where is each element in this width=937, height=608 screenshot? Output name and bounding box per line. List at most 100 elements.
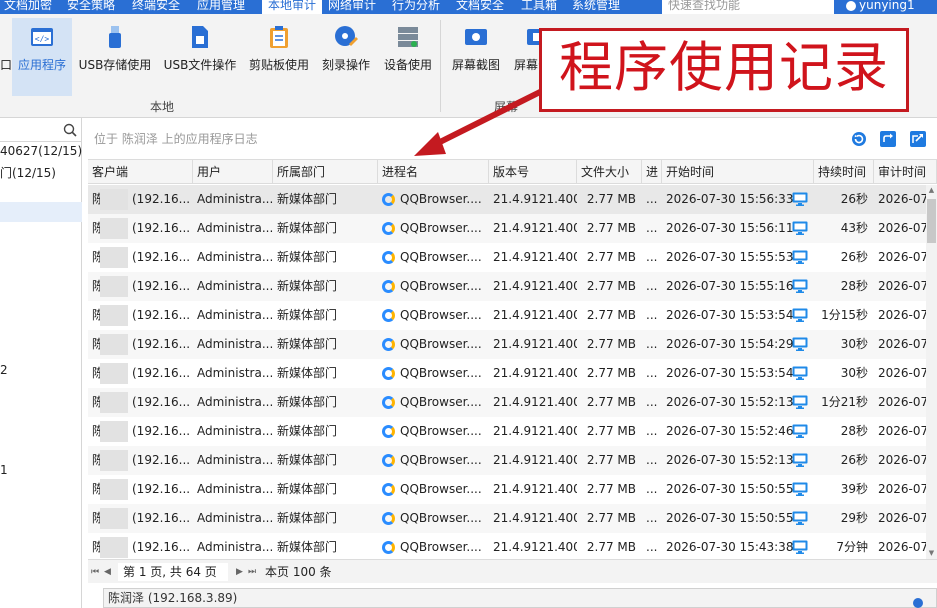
ribbon-button-screenshot[interactable]: 屏幕截图: [448, 18, 504, 96]
cell-client: 陈 (192.16...: [88, 504, 193, 533]
ribbon-button-usb-file[interactable]: USB文件操作: [160, 18, 240, 96]
svg-text:</>: </>: [35, 35, 50, 44]
tree-node[interactable]: 2: [0, 363, 8, 377]
cell-dots: ...: [646, 250, 658, 264]
column-header[interactable]: 文件大小: [577, 160, 642, 184]
scroll-down-arrow[interactable]: ▼: [926, 548, 937, 559]
cell-dots: ...: [646, 308, 658, 322]
menu-tab-4[interactable]: 本地审计: [262, 0, 323, 14]
table-row[interactable]: 陈 (192.16... Administra... 新媒体部门 QQBrowser..…: [88, 446, 937, 475]
menu-tab-3[interactable]: 应用管理: [197, 0, 245, 14]
page-indicator[interactable]: 第 1 页, 共 64 页: [118, 563, 228, 581]
table-row[interactable]: 陈 (192.16... Administra... 新媒体部门 QQBrowser..…: [88, 301, 937, 330]
user-menu[interactable]: yunying1: [846, 0, 915, 14]
cell-start: 2026-07-30 15:43:38: [662, 533, 814, 562]
column-header[interactable]: 版本号: [489, 160, 577, 184]
usb-icon: [109, 26, 121, 48]
monitor-icon[interactable]: [792, 482, 808, 496]
column-header[interactable]: 持续时间: [814, 160, 874, 184]
monitor-icon[interactable]: [792, 192, 808, 206]
cell-dept: 新媒体部门: [277, 395, 338, 409]
menu-tab-6[interactable]: 行为分析: [392, 0, 440, 14]
cell-dept: 新媒体部门: [277, 250, 338, 264]
menu-tab-9[interactable]: 系统管理: [572, 0, 620, 14]
table-row[interactable]: 陈 (192.16... Administra... 新媒体部门 QQBrowser..…: [88, 330, 937, 359]
function-search-input[interactable]: 快速查找功能: [662, 0, 834, 14]
monitor-icon[interactable]: [792, 511, 808, 525]
table-row[interactable]: 陈 (192.16... Administra... 新媒体部门 QQBrowser..…: [88, 475, 937, 504]
menu-tab-2[interactable]: 终端安全: [132, 0, 180, 14]
menu-tab-1[interactable]: 安全策略: [67, 0, 115, 14]
table-row[interactable]: 陈 (192.16... Administra... 新媒体部门 QQBrowser..…: [88, 185, 937, 214]
column-header[interactable]: 进: [642, 160, 662, 184]
monitor-icon[interactable]: [792, 221, 808, 235]
monitor-icon[interactable]: [792, 279, 808, 293]
process-name: QQBrowser....: [400, 337, 482, 351]
table-row[interactable]: 陈 (192.16... Administra... 新媒体部门 QQBrowser..…: [88, 417, 937, 446]
cell-start: 2026-07-30 15:52:13: [662, 388, 814, 417]
vertical-scrollbar[interactable]: ▲ ▼: [926, 185, 937, 559]
scroll-up-arrow[interactable]: ▲: [926, 185, 937, 196]
share-icon[interactable]: [909, 130, 927, 148]
cell-dept: 新媒体部门: [277, 482, 338, 496]
monitor-icon[interactable]: [792, 540, 808, 554]
ribbon-button-burn[interactable]: 刻录操作: [318, 18, 374, 96]
tree-node[interactable]: 门(12/15): [0, 164, 56, 181]
client-ip: (192.16...: [132, 395, 191, 409]
cell-version: 21.4.9121.400: [493, 221, 577, 235]
ribbon-button-label: USB文件操作: [163, 58, 237, 72]
menu-tab-7[interactable]: 文档安全: [456, 0, 504, 14]
tree-node[interactable]: 1: [0, 463, 8, 477]
search-icon[interactable]: [62, 122, 78, 138]
column-header[interactable]: 所属部门: [273, 160, 378, 184]
monitor-icon[interactable]: [792, 395, 808, 409]
menu-tab-5[interactable]: 网络审计: [328, 0, 376, 14]
next-page-button[interactable]: ▶: [236, 560, 243, 584]
column-header[interactable]: 进程名: [378, 160, 489, 184]
column-header[interactable]: 客户端: [88, 160, 193, 184]
column-header[interactable]: 用户: [193, 160, 273, 184]
tree-search-box[interactable]: [0, 120, 82, 142]
tree-node[interactable]: 40627(12/15): [0, 144, 82, 158]
cell-dots: ...: [646, 279, 658, 293]
monitor-icon[interactable]: [792, 337, 808, 351]
first-page-button[interactable]: ⏮: [91, 560, 99, 584]
table-row[interactable]: 陈 (192.16... Administra... 新媒体部门 QQBrowser..…: [88, 504, 937, 533]
export-icon[interactable]: [879, 130, 897, 148]
process-name: QQBrowser....: [400, 221, 482, 235]
ribbon-button-prev-item[interactable]: 口: [0, 18, 12, 96]
ribbon-button-device[interactable]: 设备使用: [380, 18, 436, 96]
table-row[interactable]: 陈 (192.16... Administra... 新媒体部门 QQBrowser..…: [88, 533, 937, 562]
monitor-icon[interactable]: [792, 424, 808, 438]
table-row[interactable]: 陈 (192.16... Administra... 新媒体部门 QQBrowser..…: [88, 214, 937, 243]
monitor-icon[interactable]: [792, 250, 808, 264]
client-ip: (192.16...: [132, 424, 191, 438]
browser-icon: [382, 193, 395, 206]
tree-selected-row[interactable]: [0, 202, 82, 222]
ribbon-button-clipboard[interactable]: 剪贴板使用: [244, 18, 314, 96]
cell-duration: 1分21秒: [821, 395, 868, 409]
redacted-block: [100, 334, 128, 355]
monitor-icon[interactable]: [792, 308, 808, 322]
monitor-icon[interactable]: [792, 453, 808, 467]
refresh-icon[interactable]: [850, 130, 868, 148]
cell-client: 陈 (192.16...: [88, 272, 193, 301]
table-row[interactable]: 陈 (192.16... Administra... 新媒体部门 QQBrowser..…: [88, 388, 937, 417]
menu-tab-0[interactable]: 文档加密: [4, 0, 52, 14]
column-header[interactable]: 审计时间: [874, 160, 937, 184]
menu-tab-8[interactable]: 工具箱: [521, 0, 557, 14]
last-page-button[interactable]: ⏭: [248, 560, 256, 584]
column-header[interactable]: 开始时间: [662, 160, 814, 184]
table-row[interactable]: 陈 (192.16... Administra... 新媒体部门 QQBrowser..…: [88, 272, 937, 301]
cell-duration: 26秒: [840, 250, 868, 264]
ribbon-button-app[interactable]: </> 应用程序: [12, 18, 72, 96]
scroll-thumb[interactable]: [927, 199, 936, 243]
ribbon-button-usb-storage[interactable]: USB存储使用: [76, 18, 154, 96]
table-row[interactable]: 陈 (192.16... Administra... 新媒体部门 QQBrowser..…: [88, 243, 937, 272]
process-name: QQBrowser....: [400, 482, 482, 496]
browser-icon: [382, 541, 395, 554]
prev-page-button[interactable]: ◀: [104, 560, 111, 584]
monitor-icon[interactable]: [792, 366, 808, 380]
table-row[interactable]: 陈 (192.16... Administra... 新媒体部门 QQBrowser..…: [88, 359, 937, 388]
process-name: QQBrowser....: [400, 192, 482, 206]
